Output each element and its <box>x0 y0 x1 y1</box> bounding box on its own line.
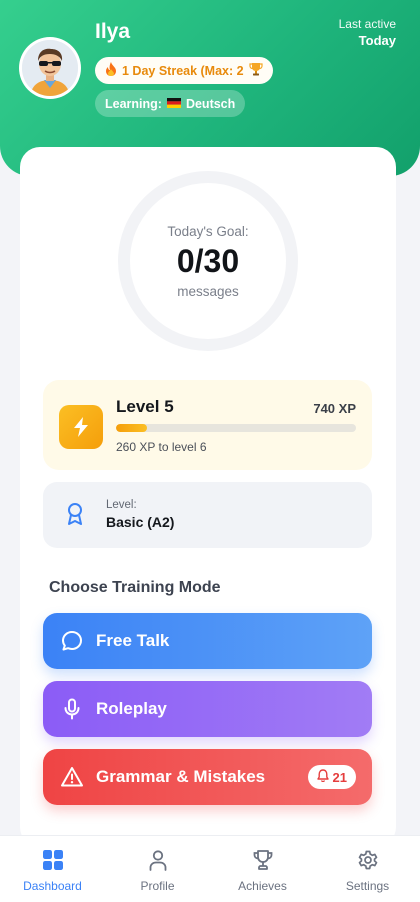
nav-item-dashboard[interactable]: Dashboard <box>0 836 105 902</box>
level-xp: 740 XP <box>313 401 356 416</box>
last-active: Last active Today <box>339 17 396 48</box>
bottom-navigation: Dashboard Profile Achieves Settings <box>0 835 420 902</box>
goal-label: Today's Goal: <box>167 223 249 239</box>
nav-label-settings: Settings <box>345 879 390 893</box>
streak-text: 1 Day Streak (Max: 2 <box>122 63 244 78</box>
nav-label-dashboard: Dashboard <box>23 879 82 893</box>
streak-badge: 1 Day Streak (Max: 2 <box>95 57 273 84</box>
learning-label: Learning: <box>105 96 162 111</box>
mistakes-count-badge: 21 <box>307 765 356 789</box>
learning-language-badge: Learning: Deutsch <box>95 90 246 117</box>
free-talk-label: Free Talk <box>96 631 170 650</box>
trophy-icon <box>248 62 263 79</box>
xp-progress-fill <box>116 424 148 432</box>
proficiency-value: Basic (A2) <box>106 514 175 530</box>
level-panel: Level 5 740 XP 260 XP to level 6 <box>43 380 372 470</box>
level-title: Level 5 <box>116 397 174 416</box>
microphone-icon <box>60 697 84 721</box>
free-talk-button[interactable]: Free Talk <box>43 613 372 669</box>
gear-icon <box>356 848 380 872</box>
proficiency-panel: Level: Basic (A2) <box>43 482 372 548</box>
nav-item-profile[interactable]: Profile <box>105 836 210 902</box>
user-name: Ilya <box>95 20 131 43</box>
xp-to-next-level: 260 XP to level 6 <box>116 440 207 454</box>
german-flag-icon <box>166 97 181 111</box>
daily-goal-ring: Today's Goal: 0/30 messages <box>118 171 298 351</box>
grammar-mistakes-button[interactable]: Grammar & Mistakes 21 <box>43 749 372 805</box>
fire-icon <box>105 62 117 79</box>
award-ribbon-icon <box>66 502 84 526</box>
proficiency-label: Level: <box>106 499 137 511</box>
nav-label-achieves: Achieves <box>238 879 287 893</box>
lightning-icon <box>59 405 103 449</box>
nav-label-profile: Profile <box>140 879 175 893</box>
warning-icon <box>60 765 84 789</box>
goal-value: 0/30 <box>176 242 240 279</box>
trophy-icon <box>251 848 275 872</box>
last-active-value: Today <box>358 33 396 48</box>
roleplay-button[interactable]: Roleplay <box>43 681 372 737</box>
last-active-label: Last active <box>338 17 396 31</box>
nav-item-achieves[interactable]: Achieves <box>210 836 315 902</box>
user-icon <box>146 848 170 872</box>
learning-language: Deutsch <box>185 96 236 111</box>
avatar-image <box>22 40 78 96</box>
grid-icon <box>41 848 65 872</box>
chat-bubble-icon <box>60 629 84 653</box>
roleplay-label: Roleplay <box>96 699 167 718</box>
bell-icon <box>316 769 329 785</box>
nav-item-settings[interactable]: Settings <box>315 836 420 902</box>
mistakes-count: 21 <box>332 769 347 785</box>
goal-unit: messages <box>177 283 239 299</box>
xp-progress-bar <box>116 424 356 432</box>
training-section-title: Choose Training Mode <box>49 579 221 596</box>
avatar[interactable] <box>19 37 81 99</box>
grammar-mistakes-label: Grammar & Mistakes <box>96 767 266 786</box>
dashboard-card: Today's Goal: 0/30 messages Level 5 740 … <box>20 147 396 847</box>
